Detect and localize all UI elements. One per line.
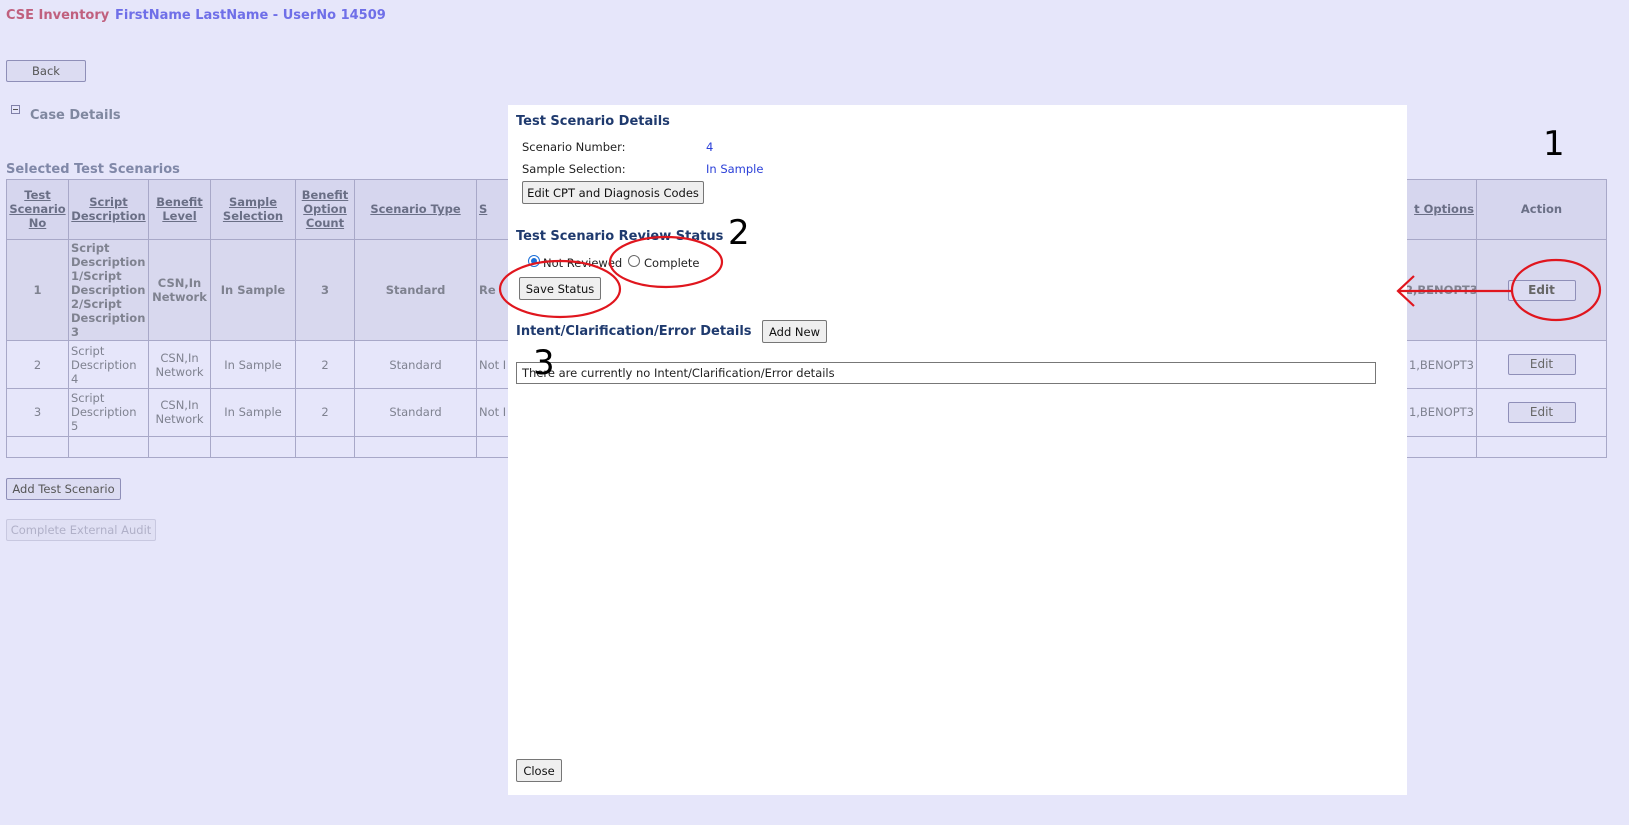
- cell-benefit: CSN,In Network: [148, 387, 211, 437]
- save-status-button[interactable]: Save Status: [519, 277, 601, 300]
- edit-button[interactable]: Edit: [1507, 279, 1576, 301]
- cell-type: Standard: [354, 238, 477, 342]
- cell-benefit: CSN,In Network: [148, 238, 211, 342]
- cell-action: Edit: [1476, 238, 1607, 342]
- radio-not-reviewed[interactable]: [528, 255, 540, 267]
- cell-sample: In Sample: [210, 340, 296, 389]
- add-test-scenario-button[interactable]: Add Test Scenario: [6, 478, 121, 500]
- cell-sample: In Sample: [210, 238, 296, 342]
- cell-no: 2: [6, 340, 69, 389]
- sample-selection-label: Sample Selection:: [522, 162, 626, 176]
- close-button[interactable]: Close: [516, 759, 562, 782]
- header-script-description[interactable]: Script Description: [68, 179, 149, 240]
- back-button[interactable]: Back: [6, 60, 86, 82]
- radio-not-reviewed-label[interactable]: Not Reviewed: [543, 256, 622, 270]
- app-title: CSE Inventory: [6, 8, 110, 23]
- cell-sample: In Sample: [210, 387, 296, 437]
- complete-external-audit-button[interactable]: Complete External Audit: [6, 519, 156, 541]
- intent-details-title: Intent/Clarification/Error Details: [516, 324, 752, 339]
- selected-scenarios-title: Selected Test Scenarios: [6, 162, 180, 177]
- radio-complete-label[interactable]: Complete: [644, 256, 699, 270]
- cell-type: Standard: [354, 340, 477, 389]
- cell-action: Edit: [1476, 387, 1607, 437]
- edit-codes-button[interactable]: Edit CPT and Diagnosis Codes: [522, 181, 704, 204]
- user-title: FirstName LastName - UserNo 14509: [115, 8, 386, 23]
- cell-count: 2: [295, 340, 355, 389]
- add-new-button[interactable]: Add New: [762, 320, 827, 343]
- dialog-title: Test Scenario Details: [516, 114, 670, 129]
- header-benefit-option-count[interactable]: Benefit Option Count: [295, 179, 355, 240]
- annotation-number-1: 1: [1543, 124, 1565, 164]
- edit-button[interactable]: Edit: [1507, 401, 1576, 423]
- cell-no: 1: [6, 238, 69, 342]
- radio-complete[interactable]: [628, 255, 640, 267]
- cell-type: Standard: [354, 387, 477, 437]
- cell-action: Edit: [1476, 340, 1607, 389]
- header-action: Action: [1476, 179, 1607, 240]
- review-status-title: Test Scenario Review Status: [516, 229, 724, 244]
- cell-count: 2: [295, 387, 355, 437]
- header-benefit-level[interactable]: Benefit Level: [148, 179, 211, 240]
- header-scenario-no[interactable]: Test Scenario No: [6, 179, 69, 240]
- annotation-number-2: 2: [728, 213, 750, 253]
- test-scenario-dialog: Test Scenario Details Scenario Number: 4…: [508, 105, 1407, 795]
- header-scenario-type[interactable]: Scenario Type: [354, 179, 477, 240]
- header-sample-selection[interactable]: Sample Selection: [210, 179, 296, 240]
- annotation-number-3: 3: [533, 343, 555, 383]
- edit-button[interactable]: Edit: [1507, 354, 1576, 376]
- collapse-icon[interactable]: [11, 105, 20, 114]
- sample-selection-value: In Sample: [706, 162, 764, 176]
- cell-script: Script Description 4: [68, 340, 149, 389]
- cell-benefit: CSN,In Network: [148, 340, 211, 389]
- cell-script: Script Description 5: [68, 387, 149, 437]
- cell-count: 3: [295, 238, 355, 342]
- scenario-number-value: 4: [706, 140, 714, 154]
- cell-script: Script Description 1/Script Description …: [68, 238, 149, 342]
- no-details-message: There are currently no Intent/Clarificat…: [516, 362, 1376, 384]
- case-details-heading[interactable]: Case Details: [30, 108, 121, 123]
- cell-no: 3: [6, 387, 69, 437]
- scenario-number-label: Scenario Number:: [522, 140, 626, 154]
